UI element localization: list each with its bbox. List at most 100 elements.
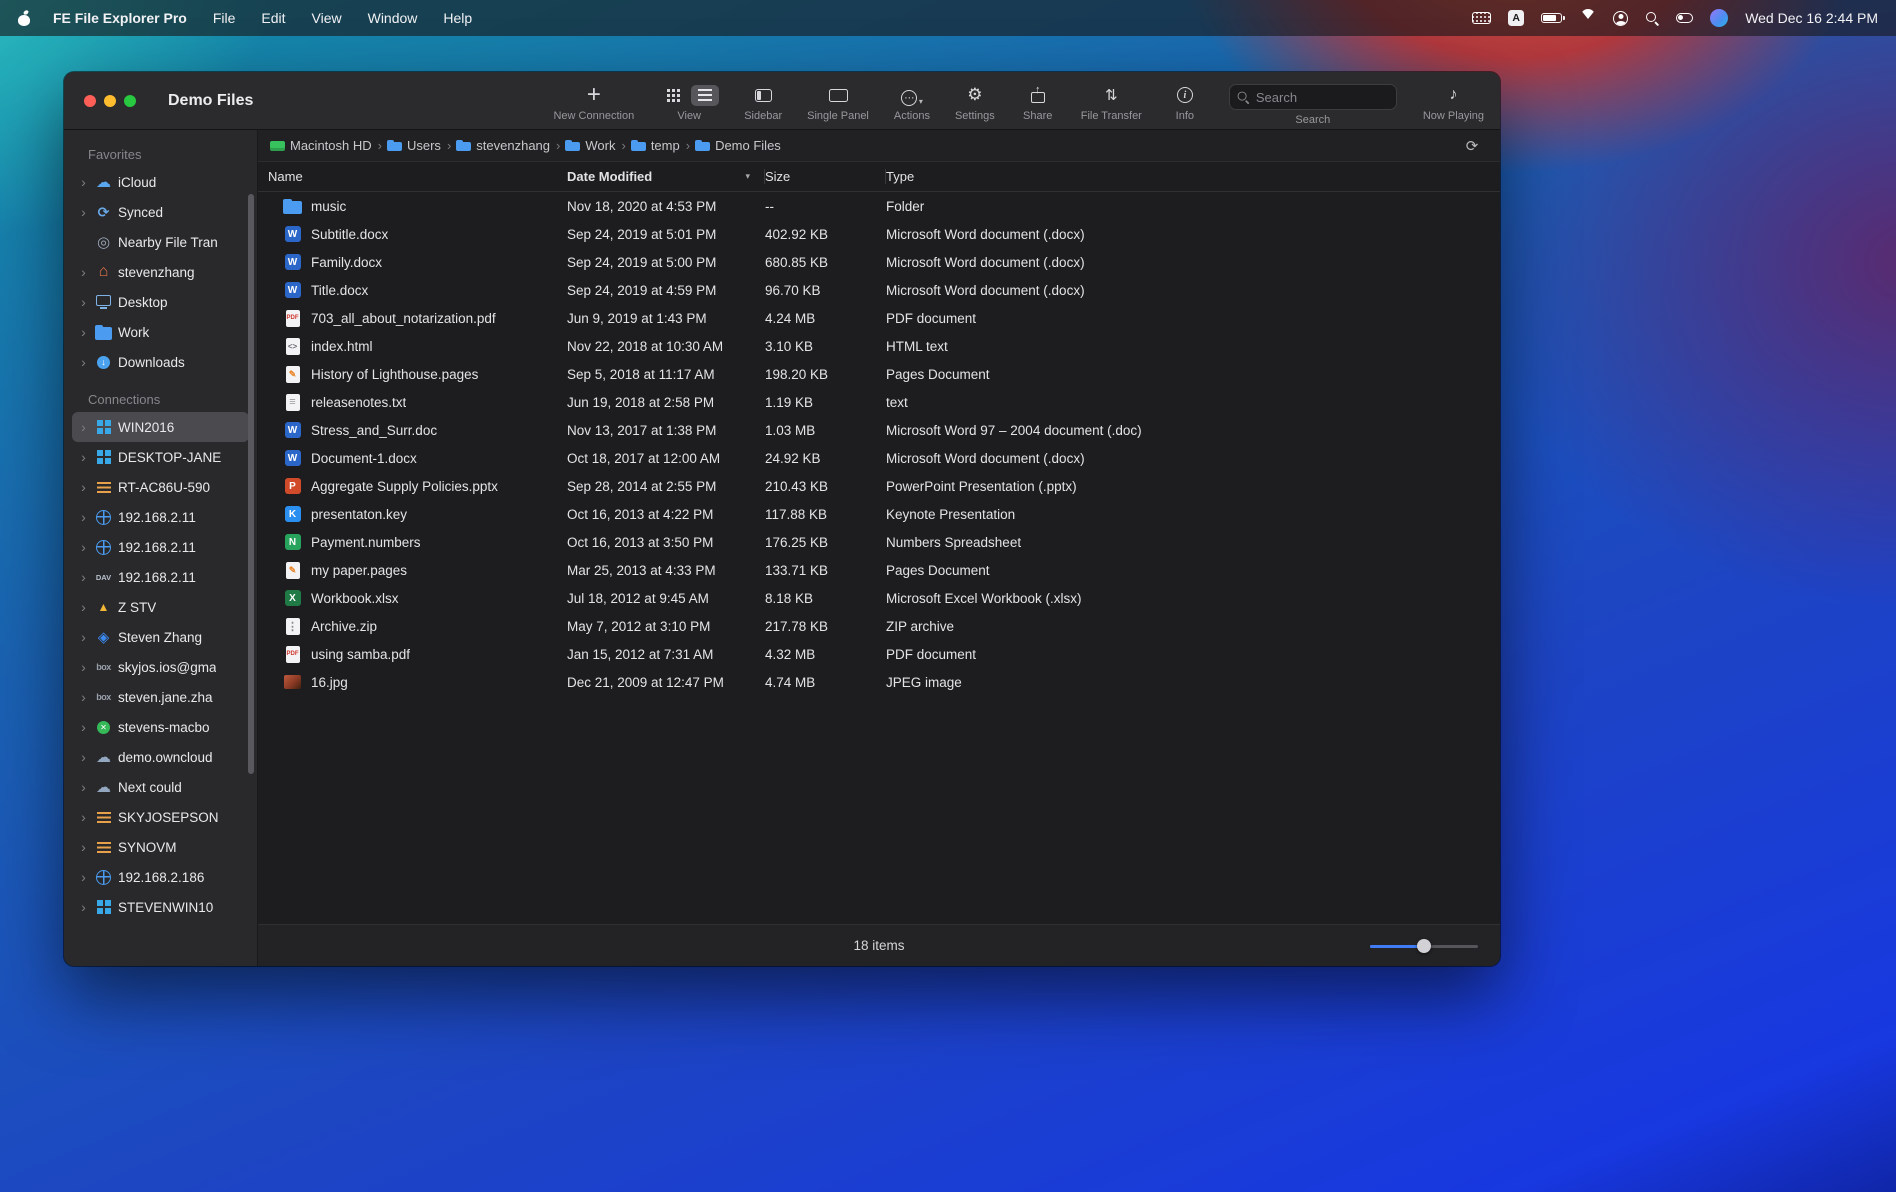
sidebar-item[interactable]: › SYNOVM — [72, 832, 249, 862]
sidebar-item[interactable]: › 192.168.2.11 — [72, 562, 249, 592]
disclosure-chevron-icon[interactable]: › — [78, 204, 89, 220]
table-row[interactable]: Workbook.xlsx Jul 18, 2012 at 9:45 AM 8.… — [258, 584, 1500, 612]
menu-item[interactable]: Window — [368, 10, 418, 26]
single-panel-button[interactable]: Single Panel — [807, 84, 869, 122]
input-source-icon[interactable]: A — [1508, 10, 1524, 26]
sidebar-item[interactable]: › RT-AC86U-590 — [72, 472, 249, 502]
disclosure-chevron-icon[interactable]: › — [78, 659, 89, 675]
sidebar-item[interactable]: › 192.168.2.11 — [72, 532, 249, 562]
disclosure-chevron-icon[interactable]: › — [78, 809, 89, 825]
settings-button[interactable]: ⚙ Settings — [955, 84, 995, 122]
disclosure-chevron-icon[interactable]: › — [78, 264, 89, 280]
disclosure-chevron-icon[interactable]: › — [78, 419, 89, 435]
table-row[interactable]: using samba.pdf Jan 15, 2012 at 7:31 AM … — [258, 640, 1500, 668]
disclosure-chevron-icon[interactable]: › — [78, 629, 89, 645]
actions-button[interactable]: ⋯ ▾ Actions — [894, 84, 930, 122]
table-row[interactable]: Stress_and_Surr.doc Nov 13, 2017 at 1:38… — [258, 416, 1500, 444]
table-row[interactable]: Document-1.docx Oct 18, 2017 at 12:00 AM… — [258, 444, 1500, 472]
column-header-name[interactable]: Name — [268, 169, 567, 184]
search-icon[interactable] — [1645, 11, 1659, 25]
disclosure-chevron-icon[interactable]: › — [78, 869, 89, 885]
keyboard-icon[interactable] — [1472, 12, 1491, 24]
table-row[interactable]: presentaton.key Oct 16, 2013 at 4:22 PM … — [258, 500, 1500, 528]
sidebar-scrollbar[interactable] — [248, 194, 254, 774]
app-menu-title[interactable]: FE File Explorer Pro — [53, 10, 187, 26]
table-row[interactable]: Aggregate Supply Policies.pptx Sep 28, 2… — [258, 472, 1500, 500]
now-playing-app-icon[interactable] — [1710, 9, 1728, 27]
disclosure-chevron-icon[interactable]: › — [78, 689, 89, 705]
table-row[interactable]: Subtitle.docx Sep 24, 2019 at 5:01 PM 40… — [258, 220, 1500, 248]
disclosure-chevron-icon[interactable]: › — [78, 294, 89, 310]
sidebar-item[interactable]: › Work — [72, 317, 249, 347]
refresh-button[interactable]: ⟳ — [1458, 135, 1486, 157]
breadcrumb-item[interactable]: Work › — [565, 138, 626, 153]
breadcrumb-item[interactable]: Users › — [387, 138, 452, 153]
control-center-icon[interactable] — [1676, 13, 1693, 23]
column-header-size[interactable]: Size — [765, 169, 886, 184]
sidebar-item[interactable]: › 192.168.2.186 — [72, 862, 249, 892]
sidebar-item[interactable]: › Desktop — [72, 287, 249, 317]
disclosure-chevron-icon[interactable]: › — [78, 449, 89, 465]
menu-item[interactable]: Edit — [261, 10, 285, 26]
table-row[interactable]: my paper.pages Mar 25, 2013 at 4:33 PM 1… — [258, 556, 1500, 584]
breadcrumb-item[interactable]: temp › — [631, 138, 691, 153]
table-row[interactable]: music Nov 18, 2020 at 4:53 PM -- Folder — [258, 192, 1500, 220]
menu-item[interactable]: View — [312, 10, 342, 26]
sidebar-item[interactable]: › stevenzhang — [72, 257, 249, 287]
table-row[interactable]: Title.docx Sep 24, 2019 at 4:59 PM 96.70… — [258, 276, 1500, 304]
disclosure-chevron-icon[interactable]: › — [78, 749, 89, 765]
sidebar-item[interactable]: › SKYJOSEPSON — [72, 802, 249, 832]
disclosure-chevron-icon[interactable]: › — [78, 779, 89, 795]
grid-view-button[interactable] — [659, 85, 687, 106]
table-row[interactable]: 703_all_about_notarization.pdf Jun 9, 20… — [258, 304, 1500, 332]
sidebar-item[interactable]: › DESKTOP-JANE — [72, 442, 249, 472]
disclosure-chevron-icon[interactable]: › — [78, 354, 89, 370]
wifi-icon[interactable] — [1579, 12, 1596, 24]
sidebar-item[interactable]: › STEVENWIN10 — [72, 892, 249, 922]
list-view-button[interactable] — [691, 85, 719, 106]
table-row[interactable]: History of Lighthouse.pages Sep 5, 2018 … — [258, 360, 1500, 388]
breadcrumb-item[interactable]: Macintosh HD › — [270, 138, 383, 153]
menu-item[interactable]: File — [213, 10, 236, 26]
sidebar-item[interactable]: › demo.owncloud — [72, 742, 249, 772]
account-icon[interactable] — [1613, 11, 1628, 26]
table-row[interactable]: Archive.zip May 7, 2012 at 3:10 PM 217.7… — [258, 612, 1500, 640]
sidebar-item[interactable]: › skyjos.ios@gma — [72, 652, 249, 682]
breadcrumb-item[interactable]: stevenzhang › — [456, 138, 561, 153]
menu-item[interactable]: Help — [443, 10, 472, 26]
sidebar-item[interactable]: › iCloud — [72, 167, 249, 197]
sidebar-item[interactable]: › Synced — [72, 197, 249, 227]
sidebar-item[interactable]: › Next could — [72, 772, 249, 802]
disclosure-chevron-icon[interactable]: › — [78, 509, 89, 525]
table-row[interactable]: Payment.numbers Oct 16, 2013 at 3:50 PM … — [258, 528, 1500, 556]
disclosure-chevron-icon[interactable]: › — [78, 569, 89, 585]
disclosure-chevron-icon[interactable]: › — [78, 719, 89, 735]
sidebar-item[interactable]: › Z STV — [72, 592, 249, 622]
info-button[interactable]: i Info — [1167, 84, 1203, 122]
sidebar-item[interactable]: › Downloads — [72, 347, 249, 377]
disclosure-chevron-icon[interactable]: › — [78, 599, 89, 615]
sidebar-item[interactable]: › steven.jane.zha — [72, 682, 249, 712]
table-row[interactable]: Family.docx Sep 24, 2019 at 5:00 PM 680.… — [258, 248, 1500, 276]
zoom-button[interactable] — [124, 95, 136, 107]
battery-charging-icon[interactable] — [1541, 13, 1562, 23]
table-row[interactable]: index.html Nov 22, 2018 at 10:30 AM 3.10… — [258, 332, 1500, 360]
now-playing-button[interactable]: ♪ Now Playing — [1423, 84, 1484, 122]
icon-size-slider[interactable] — [1370, 939, 1478, 953]
disclosure-chevron-icon[interactable]: › — [78, 324, 89, 340]
sidebar-item[interactable]: › Nearby File Tran — [72, 227, 249, 257]
table-row[interactable]: 16.jpg Dec 21, 2009 at 12:47 PM 4.74 MB … — [258, 668, 1500, 696]
column-header-date-modified[interactable]: Date Modified ▾ — [567, 169, 765, 184]
sidebar-item[interactable]: › Steven Zhang — [72, 622, 249, 652]
sidebar-item[interactable]: › stevens-macbo — [72, 712, 249, 742]
slider-thumb[interactable] — [1417, 939, 1431, 953]
disclosure-chevron-icon[interactable]: › — [78, 479, 89, 495]
sidebar-toggle-button[interactable]: Sidebar — [744, 84, 782, 122]
menubar-clock[interactable]: Wed Dec 16 2:44 PM — [1745, 10, 1878, 26]
disclosure-chevron-icon[interactable]: › — [78, 899, 89, 915]
disclosure-chevron-icon[interactable]: › — [78, 539, 89, 555]
minimize-button[interactable] — [104, 95, 116, 107]
apple-menu-icon[interactable] — [18, 10, 31, 26]
column-header-type[interactable]: Type — [886, 169, 1500, 184]
sidebar-item[interactable]: › WIN2016 — [72, 412, 249, 442]
